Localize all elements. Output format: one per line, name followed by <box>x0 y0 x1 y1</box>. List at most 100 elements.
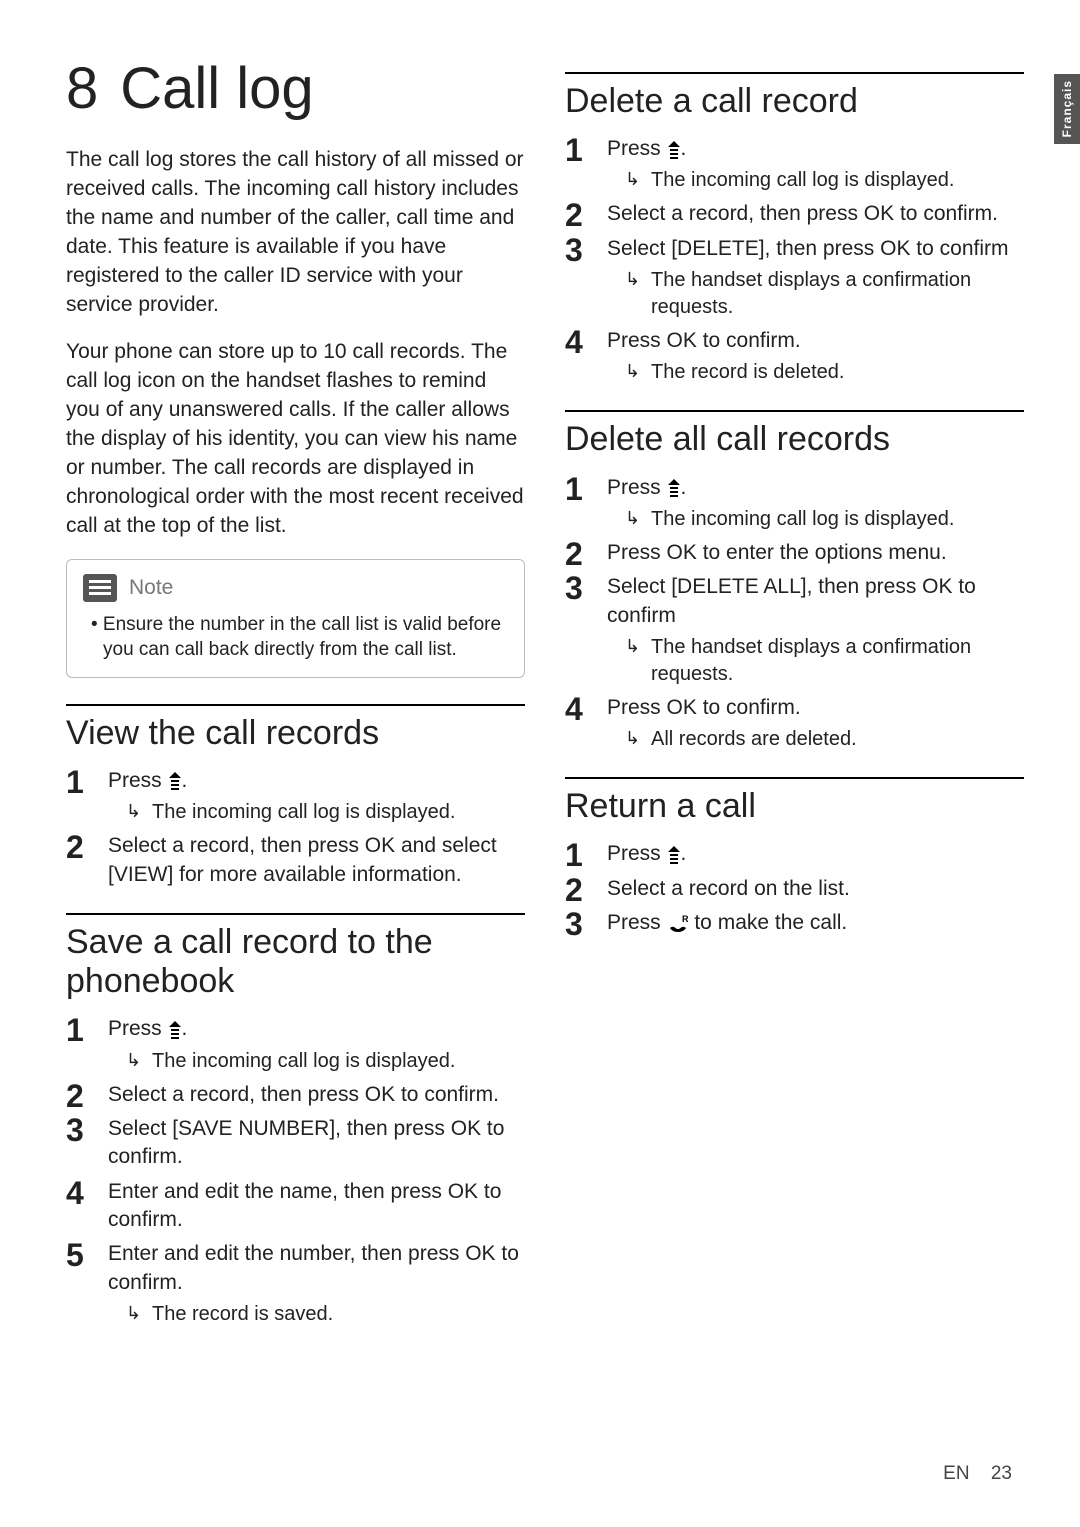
steps-view: Press . The incoming call log is displaye… <box>66 767 525 889</box>
step-item: Select [SAVE NUMBER], then press OK to c… <box>66 1115 525 1172</box>
intro-paragraph-1: The call log stores the call history of … <box>66 146 525 320</box>
section-rule <box>565 410 1024 412</box>
step-sub-item: All records are deleted. <box>631 726 1024 753</box>
step-text: Select a record, then press OK and selec… <box>108 834 497 885</box>
step-item: Press OK to confirm. The record is delete… <box>565 327 1024 386</box>
step-sub-list: The incoming call log is displayed. <box>607 506 1024 533</box>
step-item: Press R to make the call. <box>565 909 1024 937</box>
steps-delete-one: Press . The incoming call log is displaye… <box>565 135 1024 386</box>
step-item: Select a record, then press OK to confir… <box>66 1081 525 1109</box>
intro-paragraph-2: Your phone can store up to 10 call recor… <box>66 338 525 541</box>
step-sub-item: The record is saved. <box>132 1301 525 1328</box>
left-column: 8Call log The call log stores the call h… <box>66 60 525 1334</box>
step-sub-list: The handset displays a confirmation requ… <box>607 267 1024 321</box>
note-body: • Ensure the number in the call list is … <box>83 612 508 663</box>
step-text: Press <box>607 476 667 499</box>
up-menu-icon <box>667 478 681 498</box>
steps-save: Press . The incoming call log is displaye… <box>66 1015 525 1328</box>
steps-return: Press . Select a record on the list. Press… <box>565 840 1024 937</box>
step-text: Press <box>108 1017 168 1040</box>
step-text: Select [DELETE], then press OK to confir… <box>607 237 1009 260</box>
step-sub-list: The record is saved. <box>108 1301 525 1328</box>
section-rule <box>66 704 525 706</box>
footer-page-number: 23 <box>991 1463 1012 1484</box>
right-column: Delete a call record Press . The incoming… <box>565 60 1024 1334</box>
step-sub-item: The record is deleted. <box>631 359 1024 386</box>
step-text: Enter and edit the name, then press OK t… <box>108 1180 501 1231</box>
step-sub-list: The incoming call log is displayed. <box>108 1048 525 1075</box>
step-item: Press . <box>565 840 1024 868</box>
step-item: Select a record, then press OK to confir… <box>565 200 1024 228</box>
step-text: Select a record on the list. <box>607 877 850 900</box>
step-text-after: . <box>681 842 687 865</box>
step-sub-item: The handset displays a confirmation requ… <box>631 267 1024 321</box>
section-title-return: Return a call <box>565 787 1024 826</box>
steps-delete-all: Press . The incoming call log is displaye… <box>565 474 1024 754</box>
step-item: Press . The incoming call log is displaye… <box>66 1015 525 1074</box>
step-text: Press <box>108 769 168 792</box>
step-text: Select a record, then press OK to confir… <box>108 1083 499 1106</box>
step-text-after: . <box>182 1017 188 1040</box>
step-item: Press . The incoming call log is displaye… <box>565 135 1024 194</box>
step-text: Select [DELETE ALL], then press OK to co… <box>607 575 976 626</box>
up-menu-icon <box>667 140 681 160</box>
step-sub-item: The handset displays a confirmation requ… <box>631 634 1024 688</box>
step-sub-item: The incoming call log is displayed. <box>132 1048 525 1075</box>
section-title-delete-one: Delete a call record <box>565 82 1024 121</box>
call-icon: R <box>667 914 689 934</box>
step-sub-list: The handset displays a confirmation requ… <box>607 634 1024 688</box>
step-text-after: . <box>681 137 687 160</box>
up-menu-icon <box>667 845 681 865</box>
step-text: Press OK to confirm. <box>607 696 801 719</box>
step-text: Select a record, then press OK to confir… <box>607 202 998 225</box>
step-text: Press OK to enter the options menu. <box>607 541 947 564</box>
section-rule <box>565 72 1024 74</box>
step-sub-list: The record is deleted. <box>607 359 1024 386</box>
step-text: Press OK to confirm. <box>607 329 801 352</box>
step-sub-item: The incoming call log is displayed. <box>631 506 1024 533</box>
chapter-title: 8Call log <box>66 60 525 118</box>
chapter-number: 8 <box>66 60 98 118</box>
step-item: Press . The incoming call log is displaye… <box>565 474 1024 533</box>
step-item: Select [DELETE ALL], then press OK to co… <box>565 573 1024 688</box>
step-item: Press OK to enter the options menu. <box>565 539 1024 567</box>
note-header: Note <box>83 574 508 602</box>
step-item: Enter and edit the name, then press OK t… <box>66 1178 525 1235</box>
page-body: 8Call log The call log stores the call h… <box>0 0 1080 1374</box>
step-item: Press OK to confirm. All records are dele… <box>565 694 1024 753</box>
note-box: Note • Ensure the number in the call lis… <box>66 559 525 678</box>
section-rule <box>565 777 1024 779</box>
footer-lang: EN <box>943 1463 969 1484</box>
side-tab-label: Français <box>1060 80 1074 137</box>
step-text: Press <box>607 911 667 934</box>
note-icon <box>83 574 117 602</box>
section-title-save: Save a call record to the phonebook <box>66 923 525 1001</box>
svg-text:R: R <box>682 914 689 924</box>
step-sub-item: The incoming call log is displayed. <box>132 799 525 826</box>
language-side-tab: Français <box>1054 74 1080 144</box>
step-text: Enter and edit the number, then press OK… <box>108 1242 519 1293</box>
step-text-after: to make the call. <box>689 911 848 934</box>
section-title-view: View the call records <box>66 714 525 753</box>
step-sub-list: The incoming call log is displayed. <box>607 167 1024 194</box>
note-label: Note <box>129 576 173 600</box>
step-item: Enter and edit the number, then press OK… <box>66 1240 525 1328</box>
up-menu-icon <box>168 771 182 791</box>
chapter-title-text: Call log <box>120 56 313 121</box>
step-item: Select a record on the list. <box>565 875 1024 903</box>
step-item: Select a record, then press OK and selec… <box>66 832 525 889</box>
step-text: Press <box>607 842 667 865</box>
step-sub-item: The incoming call log is displayed. <box>631 167 1024 194</box>
page-footer: EN 23 <box>943 1463 1012 1485</box>
step-sub-list: All records are deleted. <box>607 726 1024 753</box>
step-text: Press <box>607 137 667 160</box>
step-item: Press . The incoming call log is displaye… <box>66 767 525 826</box>
step-text-after: . <box>681 476 687 499</box>
step-sub-list: The incoming call log is displayed. <box>108 799 525 826</box>
up-menu-icon <box>168 1020 182 1040</box>
step-item: Select [DELETE], then press OK to confir… <box>565 235 1024 321</box>
section-title-delete-all: Delete all call records <box>565 420 1024 459</box>
step-text-after: . <box>182 769 188 792</box>
section-rule <box>66 913 525 915</box>
step-text: Select [SAVE NUMBER], then press OK to c… <box>108 1117 504 1168</box>
